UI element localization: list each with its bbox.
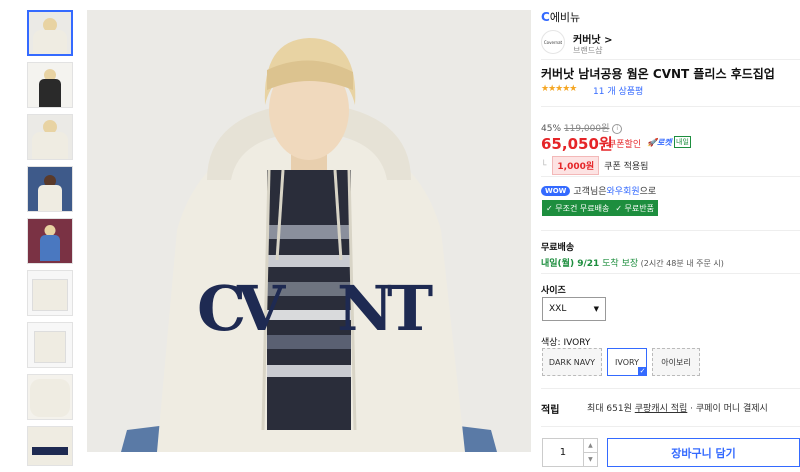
quantity-down-icon[interactable]: ▼	[584, 453, 597, 466]
model-wearing-hoodie-illustration: C V N T	[87, 10, 531, 452]
rating-stars: ★★★★★	[541, 84, 577, 94]
delivery-guarantee: 도착 보장	[599, 259, 639, 269]
size-select[interactable]: XXL ▼	[542, 297, 606, 321]
wow-text-before: 고객님은	[573, 187, 607, 197]
svg-text:V: V	[236, 272, 286, 345]
free-return-benefit: ✓ 무료반품	[615, 203, 654, 213]
info-icon[interactable]: i	[612, 123, 623, 134]
brand-logo[interactable]: Covernat	[541, 30, 565, 54]
divider	[541, 273, 800, 274]
coupon-row: └ 1,000원 쿠폰 적용됨	[541, 156, 648, 175]
quantity-input[interactable]: 1	[543, 439, 584, 466]
reward-text-post: · 쿠페이 머니 결제시	[687, 404, 768, 414]
divider	[541, 230, 800, 231]
selected-check-icon: ✓	[638, 367, 647, 376]
divider	[541, 59, 800, 60]
coupon-discount-label: 쿠폰할인	[608, 140, 642, 150]
wow-badge: WOW	[541, 185, 571, 196]
thumbnail-1[interactable]	[27, 10, 73, 56]
wow-benefits-bar: ✓ 무조건 무료배송 ✓ 무료반품	[542, 200, 658, 216]
divider	[541, 176, 800, 177]
brand-bar-logo: C	[541, 10, 550, 24]
delivery-date: 내일(월) 9/21 도착 보장 (2시간 48분 내 주문 시)	[541, 256, 724, 269]
thumbnail-list	[27, 10, 75, 472]
divider	[541, 388, 800, 389]
color-option-label: IVORY	[615, 357, 639, 367]
brand-bar-label: 에비뉴	[549, 11, 581, 24]
divider	[541, 106, 800, 107]
main-product-image[interactable]: C V N T	[87, 10, 531, 452]
thumbnail-2[interactable]	[27, 62, 73, 108]
quantity-arrows: ▲ ▼	[583, 439, 597, 466]
wow-text-after: 으로	[639, 187, 657, 197]
thumbnail-6[interactable]	[27, 270, 73, 316]
coupang-cash-link[interactable]: 쿠팡캐시 적립	[635, 404, 688, 414]
size-label: 사이즈	[541, 286, 566, 296]
delivery-note: (2시간 48분 내 주문 시)	[638, 259, 724, 268]
coupon-tree-icon: └	[541, 160, 547, 171]
review-count-link[interactable]: 11 개 상품평	[593, 84, 643, 97]
brand-shop-label: 브랜드샵	[573, 46, 603, 55]
free-shipping-benefit: ✓ 무조건 무료배송	[546, 203, 610, 213]
divider	[541, 426, 800, 427]
delivery-date-value: 내일(월) 9/21	[541, 259, 600, 269]
next-day-badge: 내일	[674, 136, 691, 148]
color-option-ivory-kr[interactable]: 아이보리	[652, 348, 700, 376]
dropdown-arrow-icon: ▼	[593, 305, 599, 313]
rocket-delivery-badge: 🚀로켓	[647, 138, 672, 147]
coupon-applied-label: 쿠폰 적용됨	[604, 162, 649, 172]
color-option-ivory[interactable]: IVORY ✓	[607, 348, 647, 376]
svg-text:N: N	[337, 272, 394, 345]
product-title: 커버낫 남녀공용 웜온 CVNT 플리스 후드집업	[541, 67, 775, 81]
shipping-label: 무료배송	[541, 243, 575, 253]
sale-price: 65,050원	[541, 135, 613, 153]
reward-text-pre: 최대 651원	[587, 404, 635, 414]
thumbnail-7[interactable]	[27, 322, 73, 368]
thumbnail-9[interactable]	[27, 426, 73, 466]
thumbnail-5[interactable]	[27, 218, 73, 264]
quantity-up-icon[interactable]: ▲	[583, 439, 597, 453]
color-option-label: DARK NAVY	[548, 357, 596, 367]
coupon-amount-chip[interactable]: 1,000원	[552, 156, 600, 175]
quantity-stepper: 1 ▲ ▼	[542, 438, 598, 467]
product-info-panel: C에비뉴 Covernat 커버낫 > 브랜드샵 커버낫 남녀공용 웜온 CVN…	[541, 0, 800, 467]
add-to-cart-button[interactable]: 장바구니 담기	[607, 438, 800, 467]
brand-logo-text: Covernat	[543, 39, 563, 45]
reward-text: 최대 651원 쿠팡캐시 적립 · 쿠페이 머니 결제시	[587, 401, 768, 414]
brand-bar: C에비뉴	[541, 9, 580, 25]
thumbnail-8[interactable]	[27, 374, 73, 420]
thumbnail-3[interactable]	[27, 114, 73, 160]
size-selected-value: XXL	[549, 304, 567, 314]
color-option-dark-navy[interactable]: DARK NAVY	[542, 348, 602, 376]
color-label: 색상: IVORY	[541, 338, 591, 348]
reward-label: 적립	[541, 405, 560, 416]
wow-row: WOW 고객님은 와우회원 으로	[541, 184, 656, 197]
svg-text:T: T	[387, 272, 433, 345]
thumbnail-4[interactable]	[27, 166, 73, 212]
color-option-label: 아이보리	[661, 357, 691, 367]
wow-member-link[interactable]: 와우회원	[607, 184, 640, 197]
brand-name-link[interactable]: 커버낫 >	[573, 31, 612, 46]
